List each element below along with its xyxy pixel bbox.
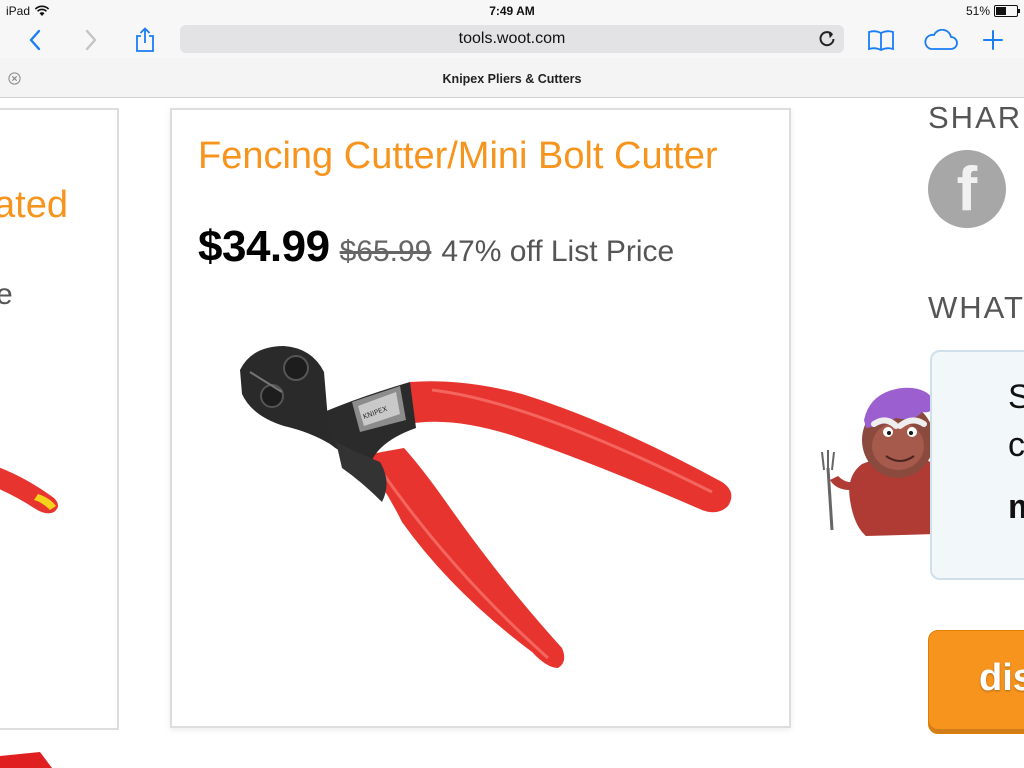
discount-label: 47% off List Price (441, 235, 675, 268)
sale-price: $34.99 (198, 222, 330, 271)
book-icon (868, 30, 894, 51)
web-content: ated e Fencing Cutter/Mini Bolt Cutter $… (0, 98, 1024, 768)
reload-icon[interactable] (816, 28, 838, 50)
bubble-line-3: m (1008, 488, 1024, 526)
url-text: tools.woot.com (458, 30, 566, 47)
product-title[interactable]: Fencing Cutter/Mini Bolt Cutter (198, 136, 758, 176)
prev-product-image[interactable] (0, 440, 76, 520)
share-icon (136, 27, 154, 52)
plus-icon (983, 30, 1003, 50)
speech-bubble: S c m (930, 350, 1024, 580)
share-button[interactable] (130, 26, 160, 54)
forward-button[interactable] (76, 26, 106, 54)
orange-action-button[interactable]: dis (928, 630, 1024, 734)
list-price: $65.99 (339, 235, 432, 268)
tab-bar: Knipex Pliers & Cutters (0, 58, 1024, 98)
new-tab-button[interactable] (978, 26, 1008, 54)
prev-product-subtitle: e (0, 278, 13, 312)
icloud-tabs-button[interactable] (920, 26, 960, 54)
browser-toolbar: tools.woot.com (0, 22, 1024, 58)
address-bar[interactable]: tools.woot.com (180, 25, 844, 53)
facebook-icon: f (956, 155, 978, 224)
prev-product-title[interactable]: ated (0, 184, 68, 227)
back-button[interactable] (20, 26, 50, 54)
battery-percent: 51% (965, 4, 990, 18)
chevron-left-icon (29, 29, 41, 51)
bubble-line-2: c (1008, 426, 1024, 464)
orange-button-label: dis (979, 657, 1024, 699)
tab-title[interactable]: Knipex Pliers & Cutters (0, 72, 1024, 86)
share-heading: SHAR (928, 100, 1023, 135)
facebook-share-button[interactable]: f (928, 150, 1006, 228)
next-product-image-fragment[interactable] (0, 752, 60, 768)
bookmarks-button[interactable] (866, 26, 896, 54)
price-row: $34.99 $65.99 47% off List Price (198, 222, 674, 272)
clock: 7:49 AM (489, 4, 535, 18)
battery-fill (996, 7, 1006, 15)
cloud-icon (924, 29, 958, 50)
status-bar: iPad 7:49 AM 51% (0, 0, 1024, 22)
chevron-right-icon (85, 29, 97, 51)
product-card[interactable]: Fencing Cutter/Mini Bolt Cutter $34.99 $… (170, 108, 791, 728)
prev-product-card[interactable]: ated e (0, 108, 119, 730)
product-image[interactable]: KNIPEX (232, 332, 742, 692)
right-sidebar: SHAR f WHAT S c m dis (928, 98, 1024, 768)
battery-icon (994, 5, 1020, 17)
what-heading: WHAT (928, 290, 1024, 325)
status-right: 51% (965, 4, 1020, 18)
bubble-line-1: S (1008, 378, 1024, 416)
